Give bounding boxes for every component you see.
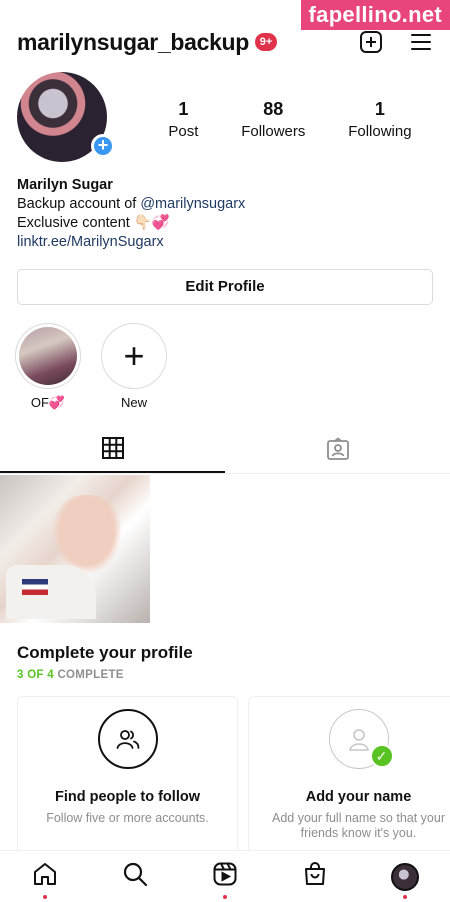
tagged-icon [326,437,350,466]
edit-profile-button[interactable]: Edit Profile [17,269,433,305]
grid-icon [101,437,124,464]
stat-label: Followers [241,122,306,140]
nav-home[interactable] [23,855,67,899]
reels-icon [212,861,238,892]
stat-number: 88 [263,98,284,119]
avatar-container[interactable]: + [17,72,115,162]
post-photo-face [52,495,122,575]
people-icon [97,709,158,769]
bio-text: Backup account of [17,196,141,212]
highlight-label: New [120,395,147,410]
progress-rest: COMPLETE [53,669,124,681]
bottom-nav [0,850,450,902]
stat-label: Following [348,122,412,140]
notification-dot [43,894,47,899]
username-title[interactable]: marilynsugar_backup [17,29,249,56]
add-story-icon[interactable]: + [91,134,115,158]
highlight-label: OF💞 [30,395,66,410]
watermark: fapellino.net [300,0,450,30]
tab-tagged[interactable] [225,430,450,473]
profile-summary: + 1 Post 88 Followers 1 Following [17,72,433,164]
highlight-cover [19,327,77,385]
bio: Marilyn Sugar Backup account of @marilyn… [17,176,433,252]
notification-badge[interactable]: 9+ [255,33,278,51]
card-subtitle: Add your full name so that your friends … [271,811,445,840]
bio-website-link[interactable]: linktr.ee/MarilynSugarx [17,233,433,252]
stat-number: 1 [374,98,385,119]
bio-line-2: Exclusive content 👇🏻💞 [17,215,170,231]
new-post-icon[interactable] [359,30,383,54]
card-find-people[interactable]: Find people to follow Follow five or mor… [17,696,238,856]
bio-line-1: Backup account of @marilynsugarx [17,195,433,214]
check-icon: ✓ [369,744,394,768]
highlight-circle[interactable] [15,323,81,389]
bio-handle-link[interactable]: @marilynsugarx [140,196,245,212]
card-subtitle: Follow five or more accounts. [46,811,209,825]
tab-grid[interactable] [0,430,225,473]
nav-reels[interactable] [203,855,247,899]
complete-profile-cards: Find people to follow Follow five or mor… [17,696,450,856]
nav-search[interactable] [113,855,157,899]
notification-dot [403,894,407,899]
complete-profile-progress: 3 OF 4 COMPLETE [17,669,193,681]
home-icon [32,861,58,892]
notification-dot [223,894,227,899]
plus-icon: + [123,335,145,376]
stat-label: Post [168,122,199,140]
complete-profile-section: Complete your profile 3 OF 4 COMPLETE [17,643,193,681]
search-icon [122,861,148,892]
stat-posts[interactable]: 1 Post [168,99,198,140]
card-title: Find people to follow [55,789,200,805]
nav-profile[interactable] [383,855,427,899]
profile-tabs [0,430,450,474]
stat-following[interactable]: 1 Following [348,99,411,140]
stat-followers[interactable]: 88 Followers [241,99,305,140]
post-thumbnail[interactable] [0,475,150,623]
progress-done: 3 OF 4 [17,669,54,681]
post-photo-shirt [6,565,96,619]
card-title: Add your name [305,789,412,805]
nav-shop[interactable] [293,855,337,899]
post-photo-logo [22,579,48,595]
story-highlights: OF💞 + New [15,323,167,411]
profile-avatar [391,862,419,891]
highlight-item[interactable]: OF💞 [15,323,81,411]
new-highlight-circle[interactable]: + [101,323,167,389]
card-add-name[interactable]: ✓ Add your name Add your full name so th… [248,696,450,856]
person-icon: ✓ [328,709,394,769]
complete-profile-title: Complete your profile [17,643,193,662]
profile-stats: 1 Post 88 Followers 1 Following [107,72,433,164]
stat-number: 1 [178,98,189,119]
menu-icon[interactable] [409,30,433,54]
display-name: Marilyn Sugar [17,177,113,193]
shop-icon [302,861,328,892]
new-highlight-item[interactable]: + New [101,323,167,411]
